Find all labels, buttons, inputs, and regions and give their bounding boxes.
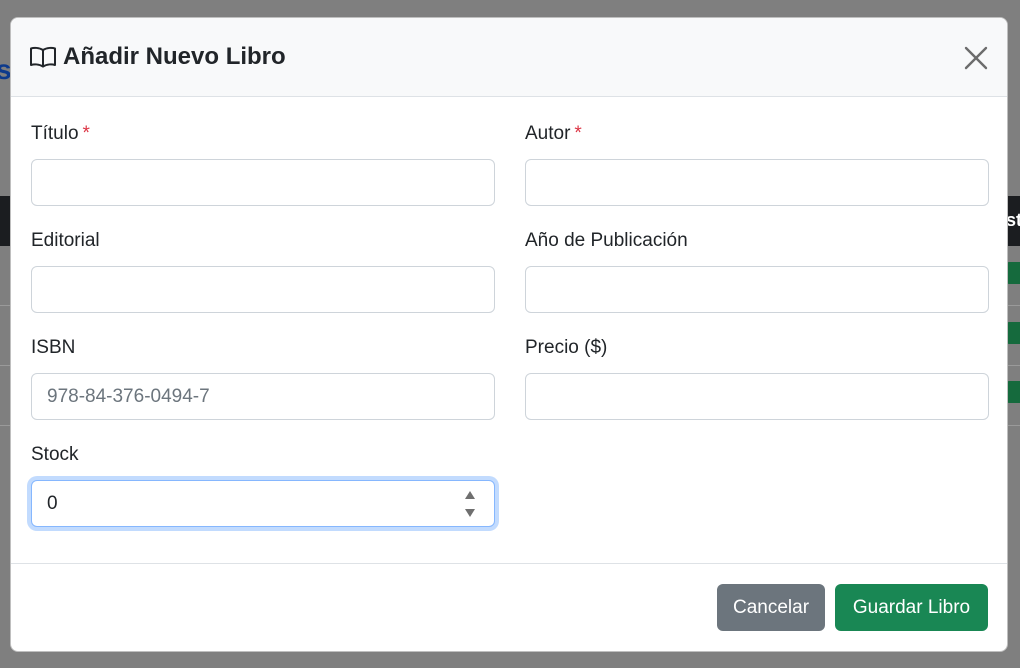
titulo-field-group: Título * — [31, 121, 495, 228]
background-column-header-fragment: st — [1006, 210, 1020, 230]
editorial-label: Editorial — [31, 230, 100, 251]
editorial-input[interactable] — [31, 266, 495, 313]
stock-label: Stock — [31, 444, 79, 465]
titulo-label-text: Título — [31, 123, 79, 144]
modal-header: Añadir Nuevo Libro — [11, 18, 1007, 97]
autor-input[interactable] — [525, 159, 989, 206]
modal-title-text: Añadir Nuevo Libro — [63, 43, 286, 70]
editorial-field-group: Editorial — [31, 228, 495, 335]
titulo-input[interactable] — [31, 159, 495, 206]
anio-field-group: Año de Publicación — [525, 228, 989, 335]
autor-label: Autor * — [525, 121, 989, 159]
background-status-badge — [1006, 262, 1020, 284]
stock-spinner — [463, 489, 477, 519]
add-book-modal: Añadir Nuevo Libro Título * Autor * Edito — [10, 17, 1008, 652]
book-open-icon — [29, 45, 57, 69]
required-mark: * — [574, 123, 582, 144]
precio-input[interactable] — [525, 373, 989, 420]
save-book-button[interactable]: Guardar Libro — [835, 584, 988, 631]
background-status-badge — [1006, 381, 1020, 403]
isbn-label: ISBN — [31, 337, 76, 358]
background-status-badge — [1006, 322, 1020, 344]
book-form: Título * Autor * Editorial Año de Publicac… — [31, 121, 989, 549]
titulo-label: Título * — [31, 121, 495, 159]
stock-field-group: Stock — [31, 442, 495, 549]
modal-body: Título * Autor * Editorial Año de Publicac… — [11, 97, 1007, 565]
modal-footer: Cancelar Guardar Libro — [11, 563, 1007, 651]
isbn-input[interactable] — [31, 373, 495, 420]
stock-input[interactable] — [31, 480, 495, 527]
close-icon — [961, 43, 991, 73]
anio-label: Año de Publicación — [525, 230, 688, 251]
spinner-up-icon[interactable] — [463, 489, 477, 501]
cancel-button[interactable]: Cancelar — [717, 584, 825, 631]
isbn-field-group: ISBN — [31, 335, 495, 442]
anio-input[interactable] — [525, 266, 989, 313]
spinner-down-icon[interactable] — [463, 507, 477, 519]
autor-field-group: Autor * — [525, 121, 989, 228]
precio-field-group: Precio ($) — [525, 335, 989, 442]
precio-label: Precio ($) — [525, 337, 608, 358]
autor-label-text: Autor — [525, 123, 571, 144]
stock-input-wrapper — [31, 480, 495, 527]
required-mark: * — [82, 123, 90, 144]
modal-title: Añadir Nuevo Libro — [29, 43, 286, 71]
close-button[interactable] — [961, 43, 991, 73]
